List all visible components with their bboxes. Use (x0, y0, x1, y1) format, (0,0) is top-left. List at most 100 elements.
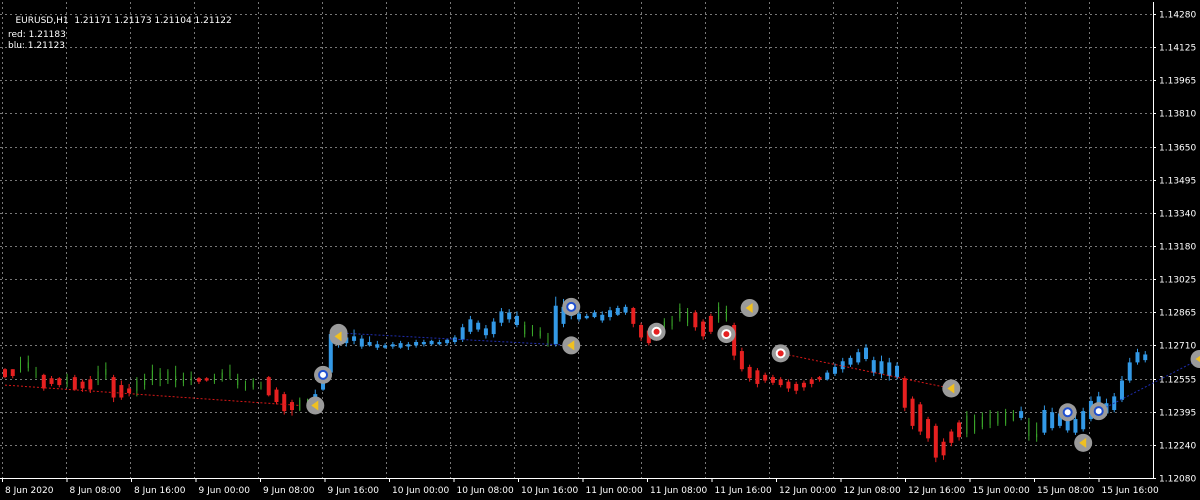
signal-marker[interactable] (314, 365, 333, 384)
bar-body (592, 312, 597, 318)
bar-body (718, 306, 720, 320)
price-bar (918, 402, 923, 435)
y-tick-label: 1.12710 (1159, 342, 1196, 352)
bar-body (421, 342, 426, 345)
bar-body (966, 415, 968, 434)
bar-body (72, 377, 77, 390)
price-bar (832, 363, 837, 376)
bar-body (398, 343, 403, 348)
bar-body (817, 377, 822, 380)
x-tick-label: 9 Jun 00:00 (199, 486, 251, 496)
price-bar (1135, 348, 1140, 365)
price-bar (499, 308, 504, 327)
bar-body (615, 308, 620, 315)
price-bar (524, 321, 526, 338)
bar-body (1005, 412, 1007, 424)
bar-body (468, 319, 473, 332)
bar-body (1073, 419, 1078, 433)
bar-body (631, 308, 636, 324)
bar-body (989, 414, 991, 425)
bar-body (182, 378, 184, 383)
bar-body (406, 344, 411, 347)
price-bar (66, 373, 68, 388)
price-bar (755, 368, 760, 388)
price-bar (398, 340, 403, 349)
bar-body (274, 389, 279, 403)
price-bar (367, 336, 372, 347)
signal-marker[interactable] (1190, 350, 1200, 368)
bar-body (739, 351, 744, 370)
symbol-label: EURUSD,H1 (15, 16, 69, 26)
chart-window[interactable]: 1.14280 1.14125 1.13965 1.13810 1.13650 1.134… (0, 0, 1200, 500)
bar-body (390, 344, 395, 347)
price-bar (701, 319, 706, 340)
price-bar (718, 302, 720, 323)
bar-body (997, 413, 999, 424)
bar-body (848, 357, 853, 365)
signal-marker[interactable] (1074, 433, 1093, 452)
bar-body (539, 330, 541, 337)
price-bar (237, 373, 239, 389)
bar-body (20, 361, 22, 371)
signal-marker[interactable] (771, 344, 790, 363)
bar-body (623, 306, 628, 313)
bar-body (1012, 413, 1014, 421)
signal-marker[interactable] (329, 327, 348, 346)
signal-marker[interactable] (306, 396, 325, 415)
signal-marker[interactable] (717, 325, 736, 344)
bar-body (887, 362, 892, 376)
x-tick-label: 10 Jun 16:00 (521, 486, 578, 496)
bar-body (763, 374, 768, 381)
price-bar (864, 344, 868, 362)
price-bar (437, 339, 442, 346)
signal-marker[interactable] (562, 336, 581, 355)
bar-body (825, 372, 830, 380)
bar-body (926, 419, 931, 439)
bar-body (27, 362, 29, 369)
price-bar (266, 376, 271, 397)
bar-body (359, 338, 364, 347)
bar-body (514, 315, 519, 325)
price-bar (801, 380, 806, 391)
signal-marker[interactable] (942, 379, 961, 398)
signal-marker[interactable] (647, 322, 666, 341)
signal-marker[interactable] (1058, 403, 1077, 422)
bar-body (864, 347, 868, 359)
price-chart[interactable]: 1.14280 1.14125 1.13965 1.13810 1.13650 1.134… (0, 0, 1200, 500)
bar-body (88, 379, 93, 390)
price-bar (1042, 405, 1047, 435)
price-bar (244, 380, 246, 391)
bar-body (491, 321, 496, 335)
price-bar (1005, 408, 1007, 426)
price-bar (274, 387, 279, 405)
bar-body (10, 369, 15, 376)
bar-body (352, 336, 357, 341)
bar-body (460, 327, 465, 340)
signal-marker[interactable] (562, 297, 581, 316)
bar-body (507, 312, 512, 320)
price-bar (794, 381, 799, 395)
signal-marker[interactable] (740, 299, 759, 317)
bar-body (910, 398, 915, 426)
bar-body (957, 422, 962, 438)
price-bar (299, 397, 301, 412)
price-bar (615, 305, 620, 316)
bar-body (840, 361, 845, 370)
bar-body (105, 369, 107, 375)
bar-body (260, 383, 262, 389)
price-bar (1081, 407, 1086, 432)
price-bar (375, 340, 380, 350)
price-bar (221, 369, 223, 382)
y-tick-label: 1.13495 (1159, 177, 1196, 187)
x-tick-label: 10 Jun 00:00 (392, 486, 449, 496)
price-bar (902, 376, 907, 412)
bar-body (547, 335, 549, 344)
price-bar (856, 348, 861, 365)
price-bar (290, 399, 294, 416)
signal-marker[interactable] (1089, 402, 1108, 421)
price-bar (926, 416, 931, 442)
price-bar (887, 357, 892, 381)
bar-body (778, 379, 783, 386)
bar-body (383, 345, 388, 348)
price-bar (491, 318, 496, 338)
